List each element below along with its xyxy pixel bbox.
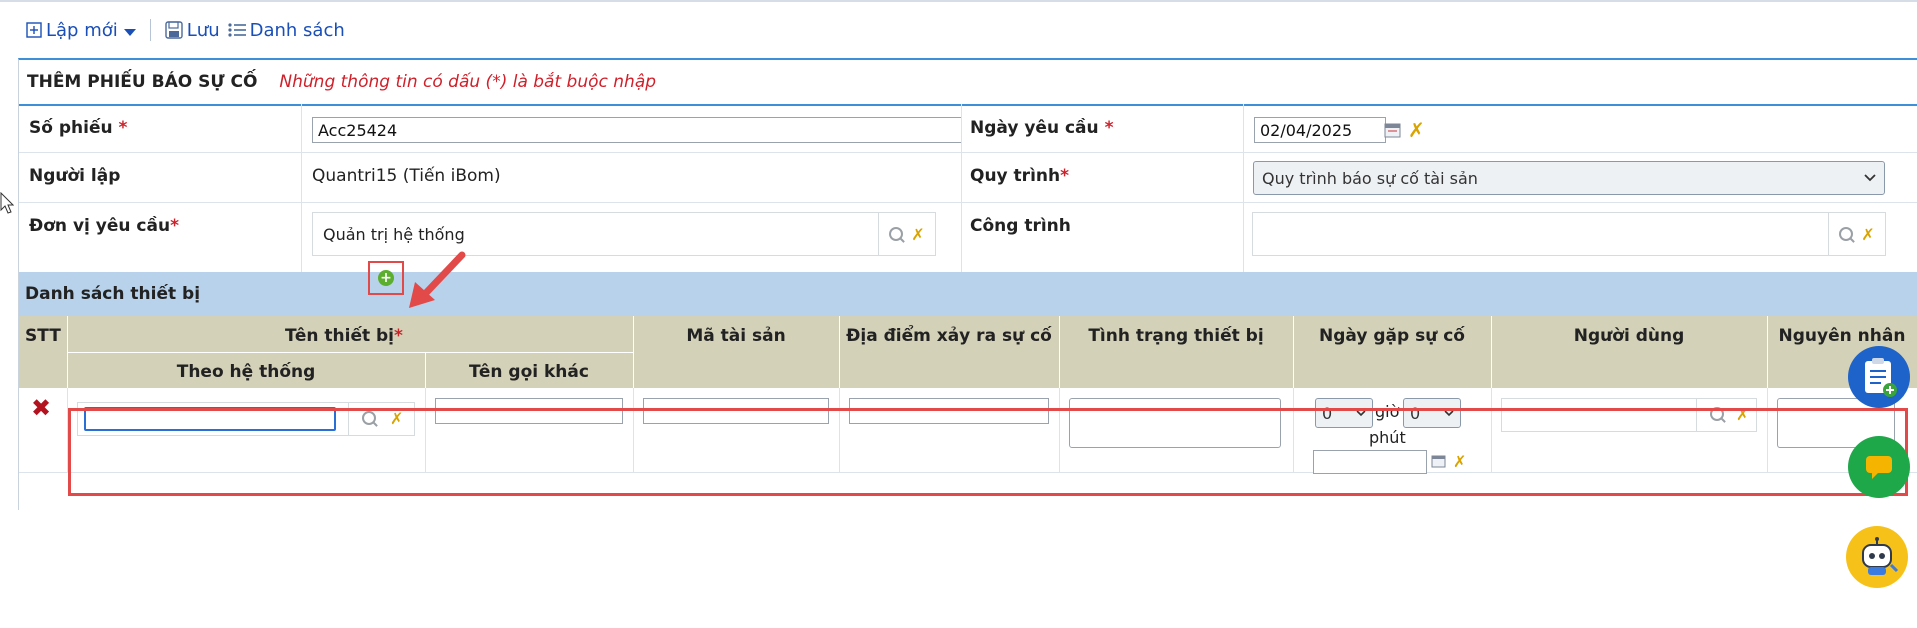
add-device-icon[interactable]: + [378,270,394,286]
list-icon [228,23,246,37]
col-divider [301,104,302,272]
chat-icon [1866,456,1892,479]
col-stt: STT [25,326,61,346]
col-theo-he-thong: Theo hệ thống [176,362,316,382]
assistant-bot-fab[interactable] [1846,526,1908,588]
new-button[interactable]: Lập mới [26,20,136,41]
col-divider [961,104,962,272]
col-tinh-trang: Tình trạng thiết bị [1088,326,1264,346]
so-phieu-label: Số phiếu * [29,118,128,138]
calendar-icon[interactable] [1384,122,1402,138]
search-icon[interactable] [1839,227,1854,241]
lookup-actions: ✗ [879,225,935,244]
quy-trinh-selected: Quy trình báo sự cố tài sản [1262,168,1478,188]
device-list-header: Danh sách thiết bị [19,272,1917,316]
arrow-annotation-icon [409,251,466,308]
form-row-3: Đơn vị yêu cầu* Quản trị hệ thống ✗ Công… [19,202,1917,273]
list-label: Danh sách [249,19,345,41]
so-phieu-input[interactable]: Acc25424 [312,117,962,143]
page-title: THÊM PHIẾU BÁO SỰ CỐ [27,72,258,92]
clear-date-icon[interactable]: ✗ [1408,118,1425,142]
col-nguoi-dung: Người dùng [1573,326,1685,346]
quy-trinh-select[interactable]: Quy trình báo sự cố tài sản [1253,161,1885,195]
form-row-2: Người lập Quantri15 (Tiến iBom) Quy trìn… [19,152,1917,203]
don-vi-value: Quản trị hệ thống [323,224,465,244]
add-report-fab[interactable] [1848,346,1910,408]
add-device-highlight[interactable]: + [368,261,404,295]
col-ten-thiet-bi: Tên thiết bị* [285,326,403,346]
quy-trinh-label: Quy trình* [970,166,1069,186]
robot-icon [1862,537,1899,575]
device-list-title: Danh sách thiết bị [25,284,201,304]
save-button[interactable]: Lưu [165,20,220,41]
col-nguyen-nhan: Nguyên nhân [1778,326,1906,346]
cong-trinh-label: Công trình [970,216,1071,236]
don-vi-label: Đơn vị yêu cầu* [29,216,179,236]
cursor-icon [0,192,14,214]
form-header: THÊM PHIẾU BÁO SỰ CỐ Những thông tin có … [19,60,1917,106]
form-row-1: Số phiếu * Acc25424 Ngày yêu cầu * 02/04… [19,104,1917,153]
top-border [0,0,1917,2]
ngay-yeu-cau-input[interactable]: 02/04/2025 [1254,117,1386,143]
save-icon [165,21,183,39]
row-highlight [68,408,1908,496]
clipboard-add-icon [1865,358,1897,397]
header-divider [67,352,633,353]
clear-icon[interactable]: ✗ [1861,225,1874,244]
search-icon[interactable] [889,227,904,241]
col-ten-goi-khac: Tên gọi khác [469,362,589,382]
nguoi-lap-label: Người lập [29,166,121,186]
chat-fab[interactable] [1848,436,1910,498]
ngay-yeu-cau-label: Ngày yêu cầu * [970,118,1114,138]
toolbar-divider [149,19,151,41]
cong-trinh-lookup[interactable]: ✗ [1252,212,1886,256]
chevron-down-icon [123,28,136,36]
delete-row-icon[interactable]: ✖ [31,394,51,422]
chevron-down-icon [1864,174,1876,182]
col-divider [1243,104,1244,272]
col-ngay-gap-su-co: Ngày gặp sự cố [1319,326,1465,346]
new-label: Lập mới [46,19,118,41]
lookup-actions: ✗ [1829,225,1885,244]
device-table-header: STT Tên thiết bị* Theo hệ thống Tên gọi … [19,316,1917,388]
required-note: Những thông tin có dấu (*) là bắt buộc n… [279,72,657,92]
toolbar: Lập mới Lưu Danh sách [26,16,345,44]
clear-icon[interactable]: ✗ [911,225,924,244]
list-button[interactable]: Danh sách [228,20,345,41]
nguoi-lap-value: Quantri15 (Tiến iBom) [312,166,501,186]
col-ma-tai-san: Mã tài sản [686,326,786,346]
col-dia-diem: Địa điểm xảy ra sự cố [846,326,1052,346]
add-icon [26,22,42,38]
save-label: Lưu [186,19,220,41]
